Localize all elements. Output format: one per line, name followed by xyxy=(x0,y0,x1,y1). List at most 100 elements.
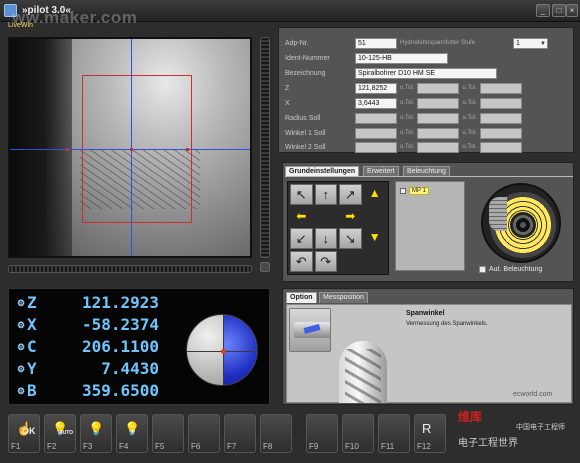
jog-up-left-button[interactable]: ↖ xyxy=(290,184,313,205)
upper-tol-label: o.Tol. xyxy=(400,100,415,106)
jog-down-button[interactable]: ↓ xyxy=(314,228,337,249)
settings-panel: Grundeinstellungen Erweitert Beleuchtung… xyxy=(282,162,574,282)
fast-right-icon[interactable]: ➡ xyxy=(339,207,362,226)
f5-key[interactable]: F5 xyxy=(152,414,184,453)
measure-point-item[interactable]: MP 1 xyxy=(400,186,429,196)
axis-icon: ⚙ xyxy=(16,341,26,352)
param-row: Bezeichnung Spiralbohrer D10 HM SE xyxy=(285,67,497,79)
blank-cell xyxy=(364,251,387,272)
info-description: Vermessung des Spanwinkels. xyxy=(406,321,488,327)
auto-light-checkbox[interactable] xyxy=(479,266,486,273)
f7-key[interactable]: F7 xyxy=(224,414,256,453)
maximize-button[interactable]: □ xyxy=(552,4,566,17)
f4-key[interactable]: 💡 + F4 xyxy=(116,414,148,453)
f6-key[interactable]: F6 xyxy=(188,414,220,453)
lower-tol-field[interactable] xyxy=(479,82,522,94)
description-field[interactable]: Spiralbohrer D10 HM SE xyxy=(355,67,497,79)
f3-key[interactable]: 💡 - F3 xyxy=(80,414,112,453)
ident-number-field[interactable]: 10-125-HB xyxy=(355,52,448,64)
jog-up-button[interactable]: ↑ xyxy=(314,184,337,205)
tab-option[interactable]: Option xyxy=(286,292,317,303)
adapter-number-field[interactable]: 51 xyxy=(355,37,397,49)
jog-up-right-button[interactable]: ↗ xyxy=(339,184,362,205)
param-row: Winkel 1 Soll o.Tol. u.Tol. xyxy=(285,127,522,139)
plus-label: + xyxy=(130,426,136,436)
param-row: X 3,6443 o.Tol. u.Tol. xyxy=(285,97,522,109)
minimize-button[interactable]: _ xyxy=(536,4,550,17)
close-button[interactable]: × xyxy=(566,4,578,17)
upper-tol-field[interactable] xyxy=(417,82,460,94)
param-label: Adp-Nr. xyxy=(285,39,309,47)
upper-tol-label: o.Tol. xyxy=(400,115,415,121)
param-label: Z xyxy=(285,84,290,92)
vertical-slider[interactable] xyxy=(260,37,270,258)
axis-value: 359.6500 xyxy=(81,381,159,400)
fast-left-icon[interactable]: ⬅ xyxy=(290,207,313,226)
lower-tol-field[interactable] xyxy=(479,141,522,153)
tab-measure-position[interactable]: Messposition xyxy=(319,292,368,303)
rotate-left-button[interactable]: ↶ xyxy=(290,251,313,272)
camera-view[interactable] xyxy=(8,37,252,258)
slider-knob[interactable] xyxy=(260,262,270,272)
upper-tol-label: o.Tol. xyxy=(400,144,415,150)
jog-down-left-button[interactable]: ↙ xyxy=(290,228,313,249)
reset-icon: R xyxy=(422,421,432,436)
param-row: Ident-Nummer 10-125-HB xyxy=(285,52,448,64)
upper-tol-field[interactable] xyxy=(417,97,460,109)
auto-light-label: Aut. Beleuchtung xyxy=(489,266,543,273)
f2-key[interactable]: 💡 AUTO F2 xyxy=(44,414,76,453)
axis-label: Z xyxy=(27,293,37,312)
radius-field[interactable] xyxy=(355,112,397,124)
stage-select[interactable]: 1 ▼ xyxy=(513,37,548,49)
upper-tol-field[interactable] xyxy=(417,127,460,139)
checkbox[interactable] xyxy=(400,188,406,194)
fast-down-icon[interactable]: ▼ xyxy=(364,228,387,249)
f1-key[interactable]: ☝ OK F1 xyxy=(8,414,40,453)
tab-divider xyxy=(285,176,573,177)
parameter-panel: Adp-Nr. 51 Hydrodehnspannfutter Stufe 1 ▼… xyxy=(278,27,574,153)
upper-tol-field[interactable] xyxy=(417,141,460,153)
readout-row: ⚙ X -58.2374 xyxy=(15,315,159,334)
param-row: Radius Soll o.Tol. u.Tol. xyxy=(285,112,522,124)
axis-icon: ⚙ xyxy=(16,385,26,396)
orientation-sphere[interactable] xyxy=(186,314,258,386)
axis-value: 206.1100 xyxy=(81,337,159,356)
angle2-field[interactable] xyxy=(355,141,397,153)
f9-key[interactable]: F9 xyxy=(306,414,338,453)
ring-light-icon[interactable] xyxy=(481,183,561,263)
marker-dot xyxy=(66,148,69,151)
jog-down-right-button[interactable]: ↘ xyxy=(339,228,362,249)
lower-tol-field[interactable] xyxy=(479,127,522,139)
auto-light-option[interactable]: Aut. Beleuchtung xyxy=(479,266,542,273)
lower-tol-field[interactable] xyxy=(479,97,522,109)
ring-segment xyxy=(489,197,507,231)
axis-icon: ⚙ xyxy=(16,297,26,308)
minus-label: - xyxy=(94,426,97,436)
fast-up-icon[interactable]: ▲ xyxy=(364,184,387,205)
param-row: Adp-Nr. 51 Hydrodehnspannfutter Stufe 1 ▼ xyxy=(285,37,548,49)
axis-icon: ⚙ xyxy=(16,319,26,330)
tool-thumbnail[interactable] xyxy=(289,308,331,352)
rotate-right-button[interactable]: ↷ xyxy=(314,251,337,272)
horizontal-slider[interactable] xyxy=(8,265,252,273)
axis-label: X xyxy=(27,315,37,334)
x-value-field[interactable]: 3,6443 xyxy=(355,97,397,109)
lower-tol-field[interactable] xyxy=(479,112,522,124)
f11-key[interactable]: F11 xyxy=(378,414,410,453)
marker-dot xyxy=(186,148,189,151)
z-value-field[interactable]: 121,8252 xyxy=(355,82,397,94)
f8-key[interactable]: F8 xyxy=(260,414,292,453)
info-panel: Option Messposition Spanwinkel Vermessun… xyxy=(282,288,574,405)
upper-tol-field[interactable] xyxy=(417,112,460,124)
f12-key[interactable]: R F12 xyxy=(414,414,446,453)
blank-cell xyxy=(364,207,387,226)
param-row: Winkel 2 Soll o.Tol. u.Tol. xyxy=(285,141,522,153)
upper-tol-label: o.Tol. xyxy=(400,85,415,91)
bottom-watermark: 维库 中国电子工程师 电子工程世界 xyxy=(458,410,565,449)
axis-label: B xyxy=(27,381,37,400)
f10-key[interactable]: F10 xyxy=(342,414,374,453)
lower-tol-label: u.Tol. xyxy=(462,130,477,136)
readout-row: ⚙ B 359.6500 xyxy=(15,381,159,400)
angle1-field[interactable] xyxy=(355,127,397,139)
param-label: Winkel 2 Soll xyxy=(285,143,326,151)
